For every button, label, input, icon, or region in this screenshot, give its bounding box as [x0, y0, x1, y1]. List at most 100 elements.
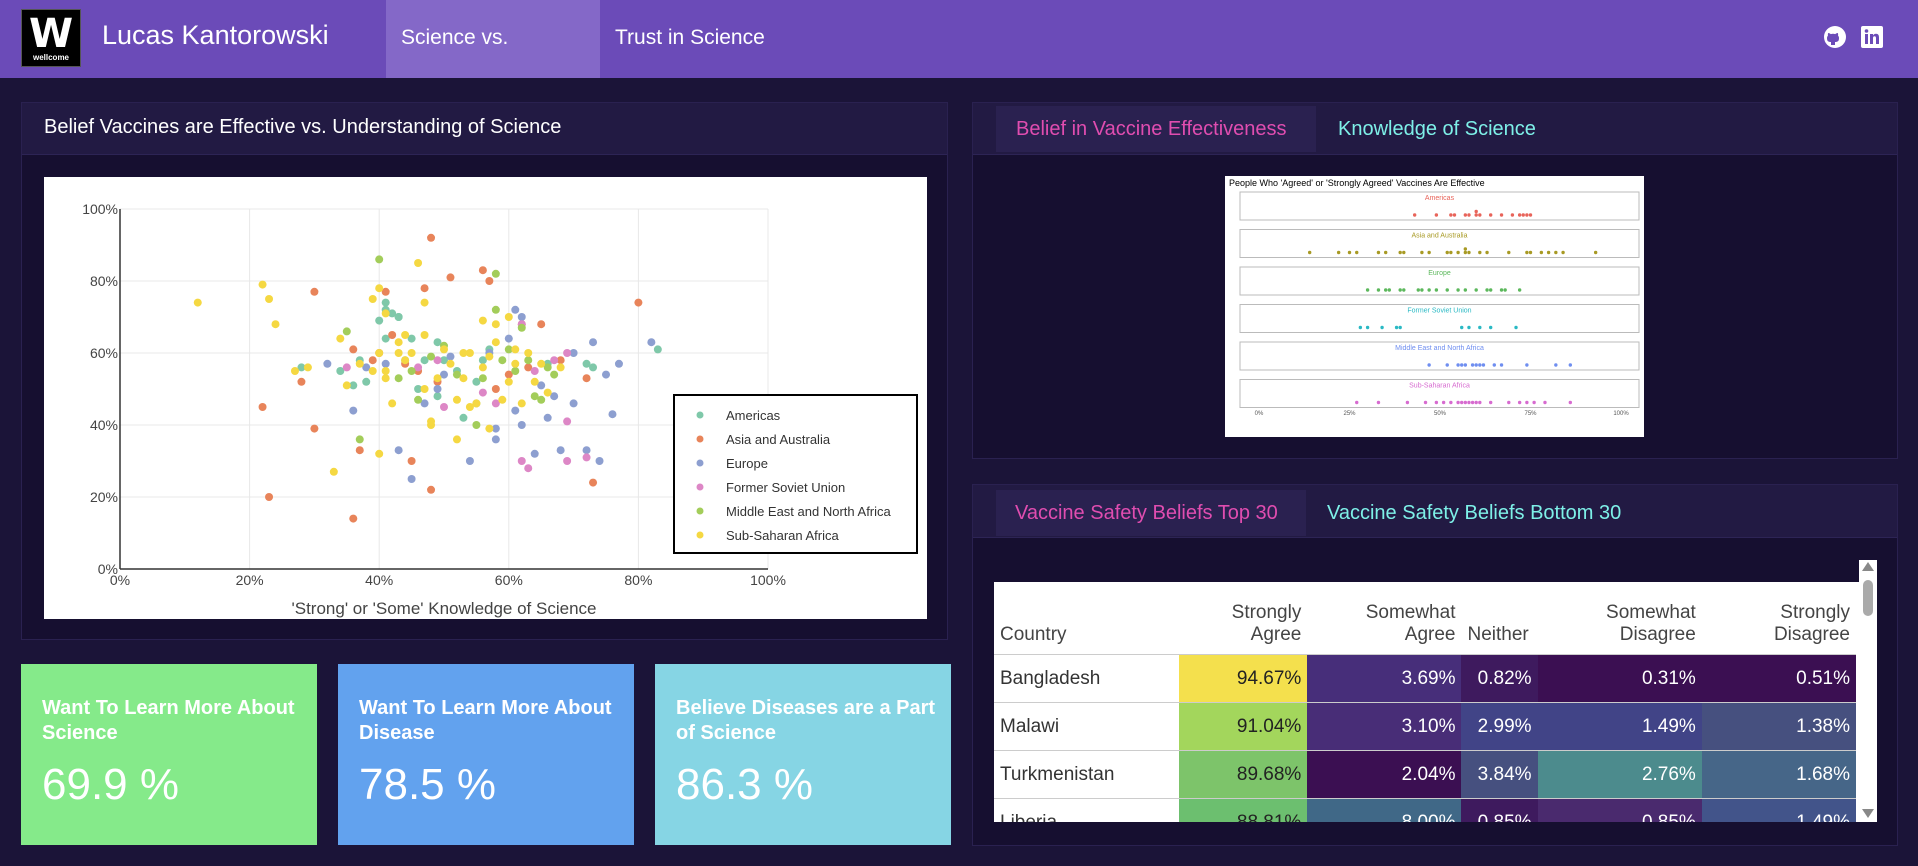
scatter-point[interactable]	[478, 388, 487, 397]
scatter-point[interactable]	[517, 399, 526, 408]
legend-label[interactable]: Middle East and North Africa	[726, 504, 892, 519]
scatter-point[interactable]	[517, 313, 526, 321]
scatter-point[interactable]	[446, 359, 455, 368]
scatter-point[interactable]	[511, 305, 520, 314]
nav-tab-trust-in-science[interactable]: Trust in Science	[600, 0, 780, 78]
scatter-point[interactable]	[414, 395, 423, 404]
scatter-point[interactable]	[265, 493, 274, 501]
scatter-point[interactable]	[368, 367, 377, 375]
scatter-point[interactable]	[582, 446, 591, 455]
scatter-point[interactable]	[440, 345, 448, 354]
brand-name[interactable]: Lucas Kantorowski	[102, 20, 329, 51]
scatter-point[interactable]	[388, 399, 397, 408]
scatter-point[interactable]	[563, 457, 572, 465]
scatter-point[interactable]	[524, 349, 533, 357]
scatter-point[interactable]	[433, 392, 442, 401]
scatter-point[interactable]	[355, 446, 364, 455]
scatter-point[interactable]	[420, 331, 429, 339]
scatter-point[interactable]	[433, 385, 442, 393]
scatter-point[interactable]	[465, 403, 474, 411]
scatter-point[interactable]	[342, 327, 351, 336]
scatter-point[interactable]	[530, 449, 539, 458]
tab-belief-vaccine-effectiveness[interactable]: Belief in Vaccine Effectiveness	[996, 106, 1316, 152]
scatter-point[interactable]	[582, 453, 591, 462]
scatter-point[interactable]	[394, 446, 403, 455]
scatter-point[interactable]	[375, 316, 384, 325]
scatter-point[interactable]	[401, 331, 410, 339]
tab-knowledge-of-science[interactable]: Knowledge of Science	[1318, 106, 1558, 152]
scatter-point[interactable]	[342, 381, 351, 390]
wellcome-logo[interactable]: W wellcome	[21, 9, 81, 67]
legend-marker[interactable]	[696, 459, 704, 467]
scatter-point[interactable]	[375, 255, 384, 264]
legend-label[interactable]: Europe	[726, 456, 768, 471]
scatter-point[interactable]	[342, 363, 351, 372]
scatter-point[interactable]	[595, 457, 604, 465]
tab-safety-bottom-30[interactable]: Vaccine Safety Beliefs Bottom 30	[1308, 490, 1638, 536]
scatter-point[interactable]	[258, 280, 267, 289]
scatter-point[interactable]	[452, 395, 461, 404]
scatter-point[interactable]	[290, 367, 299, 375]
scatter-point[interactable]	[433, 374, 442, 383]
scatter-point[interactable]	[401, 356, 410, 365]
scatter-point[interactable]	[394, 349, 403, 357]
scatter-point[interactable]	[511, 367, 520, 375]
scatter-point[interactable]	[582, 374, 591, 383]
legend-marker[interactable]	[696, 507, 704, 515]
scatter-point[interactable]	[563, 349, 572, 357]
scatter-point[interactable]	[653, 345, 662, 354]
scatter-point[interactable]	[491, 385, 500, 393]
scatter-point[interactable]	[589, 363, 598, 372]
scatter-point[interactable]	[511, 345, 520, 354]
scatter-point[interactable]	[459, 413, 468, 422]
scatter-point[interactable]	[407, 367, 416, 375]
scatter-point[interactable]	[271, 320, 280, 329]
scatter-point[interactable]	[556, 446, 565, 455]
column-header-country[interactable]: Country	[994, 582, 1179, 655]
scatter-point[interactable]	[491, 305, 500, 314]
legend-marker[interactable]	[696, 411, 704, 419]
scatter-point[interactable]	[193, 298, 202, 307]
scroll-up-arrow-icon[interactable]	[1862, 562, 1874, 571]
scatter-point[interactable]	[647, 338, 656, 347]
scatter-point[interactable]	[465, 457, 474, 465]
table-row[interactable]: Turkmenistan 89.68% 2.04% 3.84% 2.76% 1.68%	[994, 750, 1856, 799]
scatter-point[interactable]	[504, 334, 513, 343]
table-scrollbar[interactable]	[1859, 560, 1877, 822]
scatter-point[interactable]	[446, 352, 455, 361]
scatter-point[interactable]	[310, 424, 319, 433]
scatter-point[interactable]	[511, 359, 520, 368]
scatter-point[interactable]	[407, 475, 416, 483]
github-icon[interactable]	[1823, 25, 1847, 49]
scatter-point[interactable]	[381, 309, 390, 318]
legend-marker[interactable]	[696, 531, 704, 539]
scatter-point[interactable]	[427, 417, 436, 426]
scatter-point[interactable]	[349, 406, 358, 415]
scatter-point[interactable]	[407, 349, 416, 357]
scatter-point[interactable]	[550, 370, 559, 379]
scatter-point[interactable]	[420, 284, 429, 293]
scatter-point[interactable]	[478, 363, 487, 372]
tab-safety-top-30[interactable]: Vaccine Safety Beliefs Top 30	[996, 490, 1306, 536]
scatter-point[interactable]	[634, 298, 643, 307]
scatter-point[interactable]	[394, 374, 403, 383]
scatter-point[interactable]	[329, 467, 338, 476]
scatter-point[interactable]	[530, 377, 539, 386]
scatter-point[interactable]	[614, 359, 623, 368]
legend-label[interactable]: Sub-Saharan Africa	[726, 528, 840, 543]
scatter-point[interactable]	[427, 352, 436, 361]
scatter-point[interactable]	[375, 284, 384, 293]
scatter-point[interactable]	[388, 331, 397, 339]
scatter-point[interactable]	[355, 435, 364, 444]
scatter-point[interactable]	[543, 413, 552, 422]
scatter-point[interactable]	[336, 334, 345, 343]
scatter-point[interactable]	[504, 313, 513, 321]
scatter-point[interactable]	[381, 374, 390, 383]
column-header-strongly-disagree[interactable]: Strongly Disagree	[1701, 582, 1856, 655]
column-header-neither[interactable]: Neither	[1461, 582, 1538, 655]
scatter-point[interactable]	[407, 457, 416, 465]
scatter-point[interactable]	[517, 323, 526, 332]
scatter-point[interactable]	[420, 298, 429, 307]
linkedin-icon[interactable]	[1860, 25, 1884, 49]
scatter-point[interactable]	[537, 395, 546, 404]
